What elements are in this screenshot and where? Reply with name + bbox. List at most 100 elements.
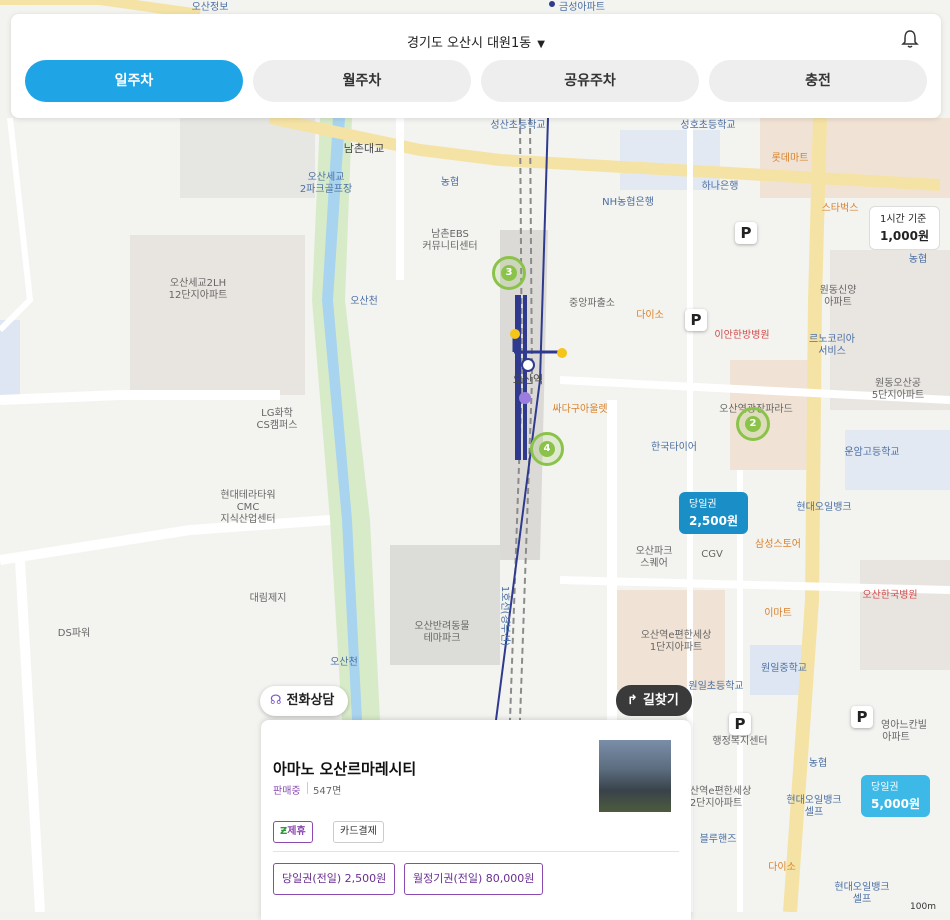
map-label: 원일초등학교	[688, 681, 744, 692]
map-label: 오산한국병원	[862, 590, 918, 601]
map-label: 셀프	[852, 894, 872, 905]
bell-icon[interactable]	[901, 29, 919, 49]
map-label: 남촌EBS	[431, 229, 469, 240]
divider	[307, 782, 308, 794]
map-label: 남촌대교	[343, 142, 385, 155]
map-label: 한국타이어	[651, 442, 697, 453]
map-label: 농협	[908, 254, 928, 265]
price-pin-selected[interactable]: 당일권 2,500원	[679, 492, 748, 534]
map-label: 스퀘어	[640, 558, 668, 569]
map-label: 오산역	[512, 373, 544, 386]
map-label: 행정복지센터	[712, 736, 768, 747]
top-panel: 경기도 오산시 대원1동 ▼ 일주차 월주차 공유주차 충전	[11, 14, 941, 118]
map-label: CGV	[701, 549, 723, 560]
map-label: 다이소	[636, 310, 664, 321]
map-label: 금성아파트	[559, 2, 605, 13]
map-label: 12단지아파트	[168, 290, 228, 301]
parking-cluster-marker[interactable]: 3	[492, 256, 526, 290]
map-label: 스타벅스	[821, 203, 859, 214]
parking-cluster-marker[interactable]: 2	[736, 407, 770, 441]
map-label: 아파트	[882, 732, 910, 743]
directions-button[interactable]: ↱ 길찾기	[616, 685, 692, 716]
map-label: 테마파크	[423, 633, 461, 644]
map-label: 아파트	[824, 297, 852, 308]
map-label: 싸다구아울렛	[552, 404, 608, 415]
map-label: 롯데마트	[771, 153, 809, 164]
map-label: 이마트	[764, 608, 792, 619]
location-text: 경기도 오산시 대원1동	[407, 36, 532, 51]
parking-lot-photo[interactable]	[599, 740, 671, 812]
map-label: CS캠퍼스	[256, 420, 298, 431]
map-label: 오산천	[350, 296, 378, 307]
map-label: 다이소	[768, 862, 796, 873]
map-label: 원일중학교	[761, 663, 807, 674]
map-label: 성산초등학교	[490, 120, 546, 131]
map-label: 오산파크	[635, 546, 673, 557]
tab-shared-parking[interactable]: 공유주차	[481, 60, 699, 102]
map-label: 오산역e편한세상	[680, 786, 752, 797]
map-label: 현대오일뱅크	[786, 795, 842, 806]
sale-status: 판매중	[273, 786, 301, 797]
map-label: 농협	[440, 177, 460, 188]
map-label: 농협	[808, 758, 828, 769]
headset-icon: ☊	[270, 693, 282, 708]
map-label: 지식산업센터	[220, 514, 276, 525]
map-label: 2단지아파트	[689, 798, 743, 809]
map-label: 현대테라타워	[220, 490, 276, 501]
map-label: 5단지아파트	[871, 390, 925, 401]
map-scale: 100m	[910, 902, 936, 912]
parking-lot-name: 아마노 오산르마레시티	[273, 760, 417, 778]
parking-lot-icon[interactable]: P	[685, 309, 707, 331]
ticket-option[interactable]: 당일권(전일) 2,500원	[273, 863, 396, 895]
map-label: 커뮤니티센터	[422, 241, 478, 252]
map-label: 원동오산공	[875, 378, 921, 389]
map-label: 하나은행	[701, 181, 739, 192]
map-label: CMC	[236, 502, 260, 513]
map-label: 대림제지	[249, 593, 287, 604]
tab-charging[interactable]: 충전	[709, 60, 927, 102]
map-label: 현대오일뱅크	[796, 502, 852, 513]
map-label: 오산정보	[191, 2, 229, 13]
parking-lot-icon[interactable]: P	[729, 713, 751, 735]
location-selector[interactable]: 경기도 오산시 대원1동 ▼	[11, 32, 941, 51]
space-count: 547면	[313, 786, 342, 797]
card-payment-tag: 카드결제	[333, 821, 384, 843]
parking-lot-icon[interactable]: P	[735, 222, 757, 244]
map-label: 삼성스토어	[755, 539, 801, 550]
map-label: 1단지아파트	[649, 642, 703, 653]
map-label: 서비스	[818, 346, 846, 357]
map-label: NH농협은행	[602, 197, 654, 208]
map-label: 원동신양	[819, 285, 857, 296]
map-label: 2파크골프장	[299, 184, 353, 195]
map-label: 블루핸즈	[699, 834, 737, 845]
price-pin[interactable]: 당일권 5,000원	[861, 775, 930, 817]
map-label: 오산세교2LH	[169, 278, 227, 289]
map-label: 이안한방병원	[714, 330, 770, 341]
map-label: LG화학	[261, 408, 293, 419]
map-label: 오산세교	[307, 172, 345, 183]
map-label: 오산천	[330, 657, 358, 668]
chevron-down-icon: ▼	[537, 39, 545, 50]
turn-arrow-icon: ↱	[627, 693, 638, 708]
map-label: 현대오일뱅크	[834, 882, 890, 893]
tab-daily-parking[interactable]: 일주차	[25, 60, 243, 102]
map-label: 오산반려동물	[414, 621, 470, 632]
parking-detail-card[interactable]: 아마노 오산르마레시티 판매중 547면 Ƶ제휴 카드결제 당일권(전일) 2,…	[261, 720, 691, 920]
map-label: 오산역e편한세상	[640, 630, 712, 641]
phone-consult-button[interactable]: ☊ 전화상담	[260, 686, 348, 716]
parking-lot-icon[interactable]: P	[851, 706, 873, 728]
map-label: 중앙파출소	[569, 298, 615, 309]
tab-monthly-parking[interactable]: 월주차	[253, 60, 471, 102]
parking-cluster-marker[interactable]: 4	[530, 432, 564, 466]
rail-line-label: 1호선(경부선)	[499, 585, 510, 647]
map-label: 르노코리아	[809, 334, 855, 345]
ticket-option[interactable]: 월정기권(전일) 80,000원	[404, 863, 544, 895]
partner-tag: Ƶ제휴	[273, 821, 313, 843]
map-label: 운암고등학교	[844, 447, 900, 458]
divider	[273, 851, 679, 852]
price-pin[interactable]: 1시간 기준 1,000원	[869, 206, 940, 250]
map-label: DS파워	[57, 628, 91, 639]
map-label: 셀프	[804, 807, 824, 818]
map-label: 성호초등학교	[680, 120, 736, 131]
map-label: 영아느칸빌	[881, 720, 927, 731]
